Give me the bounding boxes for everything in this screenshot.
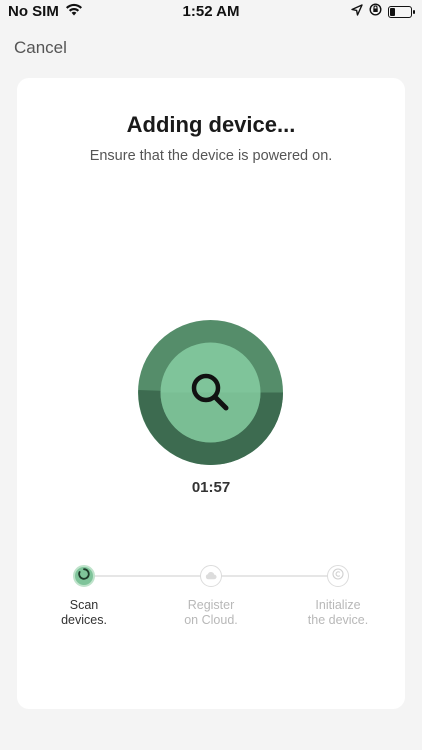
step-initialize-indicator bbox=[327, 565, 349, 587]
location-arrow-icon bbox=[351, 3, 363, 20]
step-scan-indicator bbox=[73, 565, 95, 587]
spinner-icon bbox=[78, 567, 90, 585]
status-bar: No SIM 1:52 AM bbox=[0, 0, 422, 24]
step-scan-label: Scan devices. bbox=[61, 598, 107, 627]
cancel-button[interactable]: Cancel bbox=[14, 38, 67, 58]
step-initialize-label: Initialize the device. bbox=[307, 598, 369, 627]
countdown-timer: 01:57 bbox=[191, 479, 231, 496]
step-register-label: Register on Cloud. bbox=[184, 598, 238, 627]
copyright-icon bbox=[332, 567, 344, 585]
page-title: Adding device... bbox=[126, 112, 296, 137]
scanner-animation bbox=[138, 320, 283, 465]
status-right bbox=[351, 3, 415, 20]
step-register-indicator bbox=[200, 565, 222, 587]
battery-icon bbox=[388, 5, 415, 18]
orientation-lock-icon bbox=[369, 3, 382, 20]
cloud-icon bbox=[205, 567, 217, 585]
adding-device-card: Adding device... Ensure that the device … bbox=[17, 78, 405, 709]
page-subtitle: Ensure that the device is powered on. bbox=[89, 148, 333, 164]
